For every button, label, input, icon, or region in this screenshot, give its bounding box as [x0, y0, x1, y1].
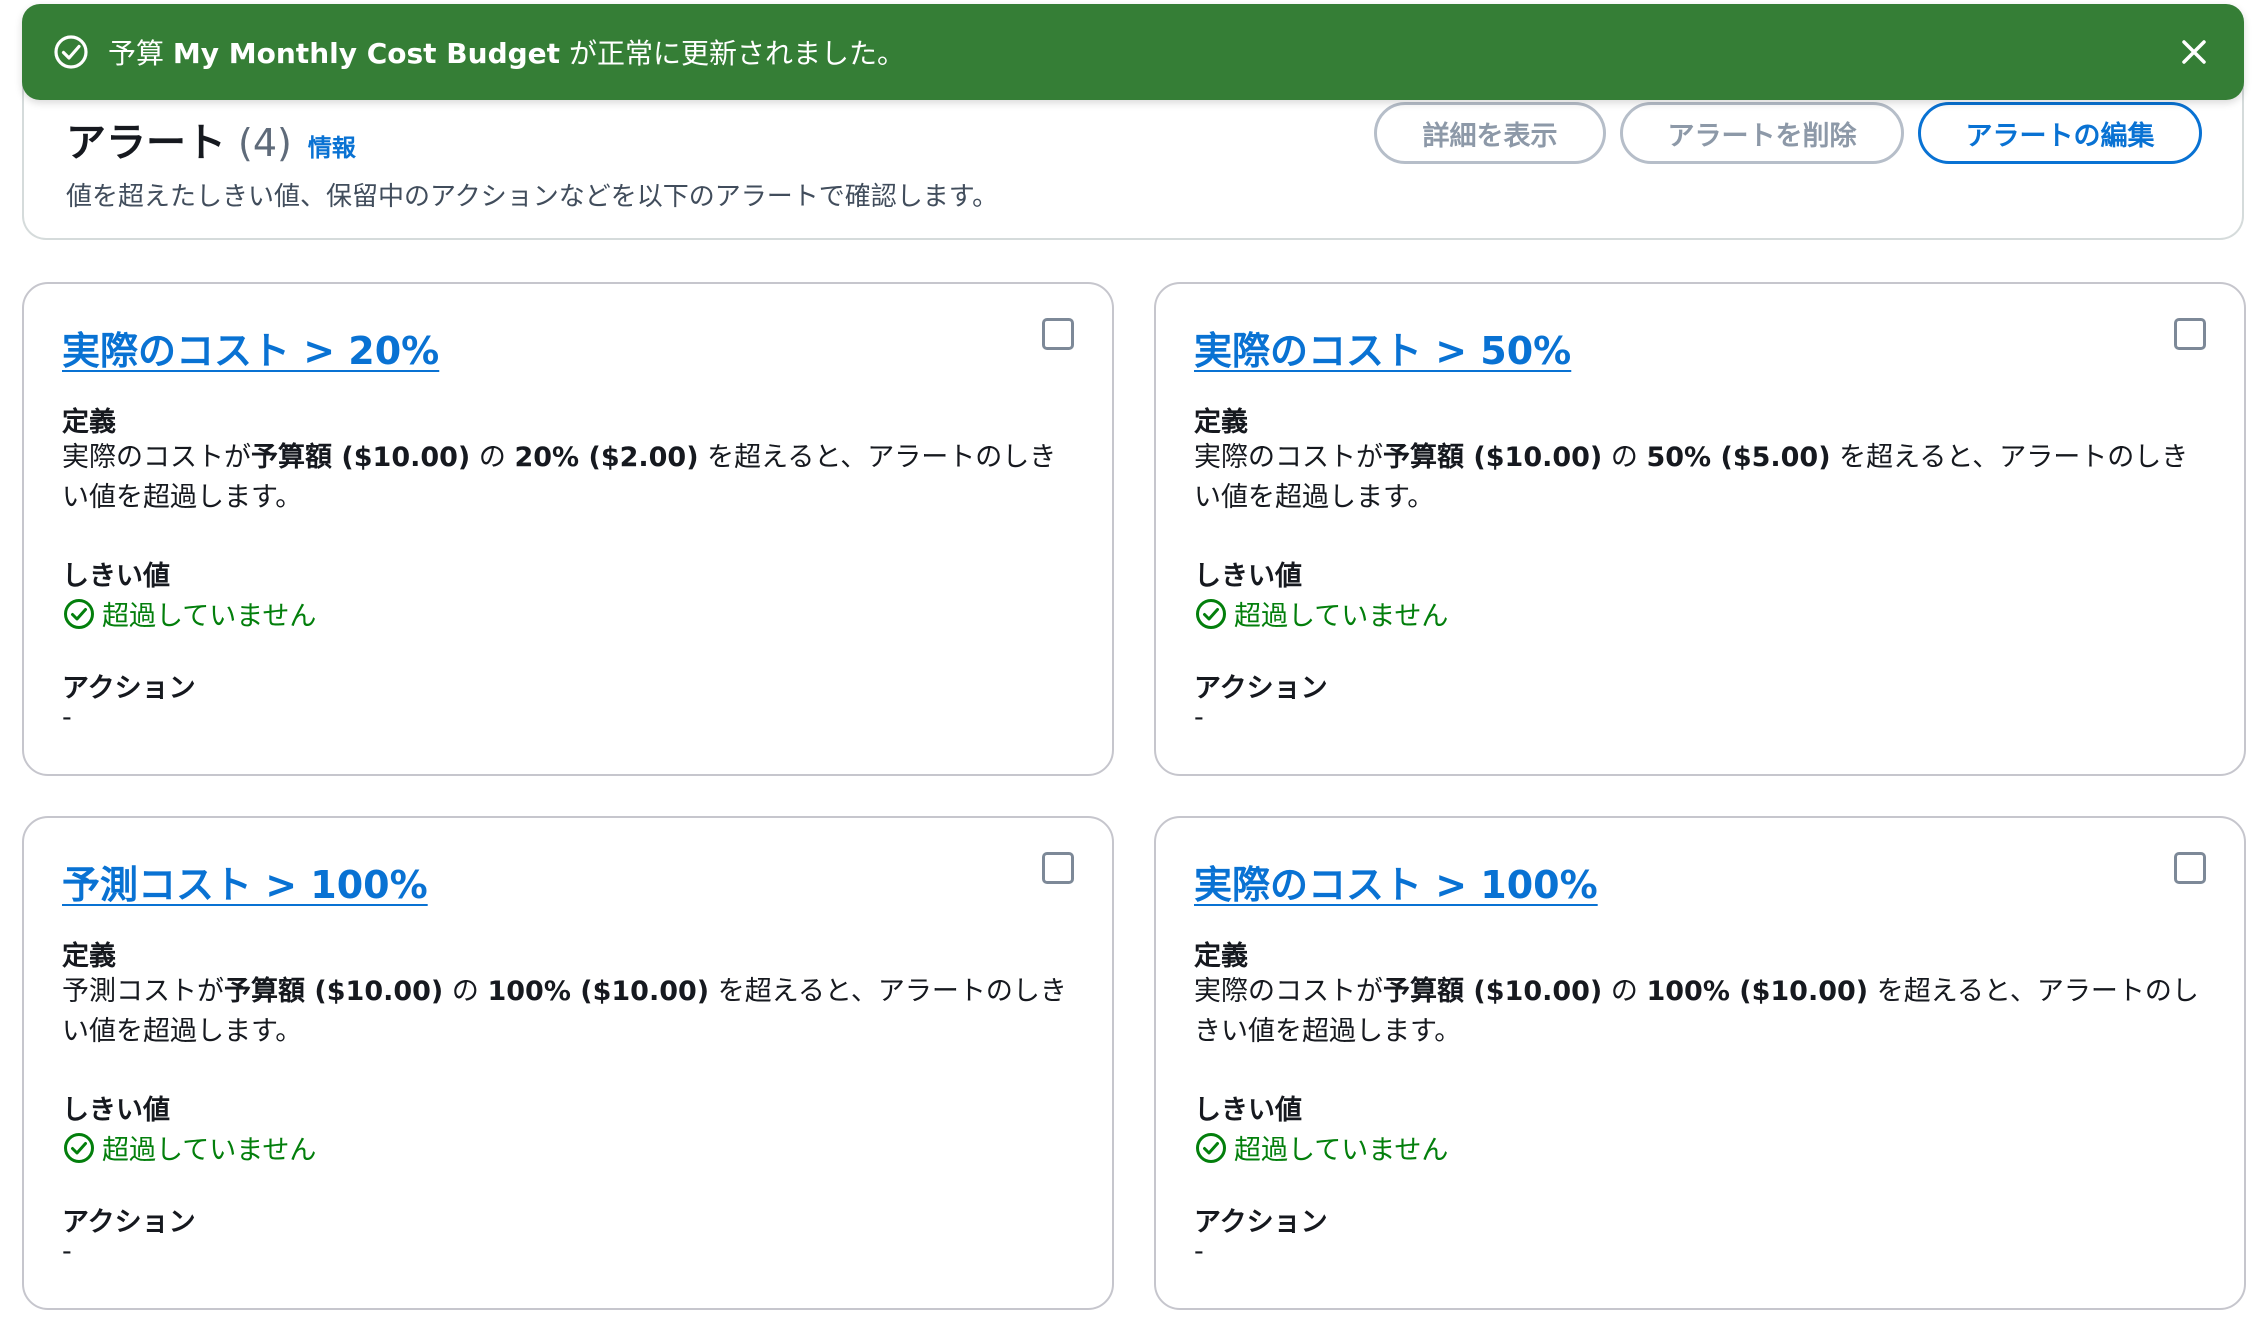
edit-alert-button[interactable]: アラートの編集 [1918, 102, 2202, 164]
definition-label: 定義 [62, 941, 116, 972]
close-icon[interactable] [2174, 32, 2214, 72]
definition-label: 定義 [1194, 941, 1248, 972]
alert-select-checkbox[interactable] [2174, 852, 2206, 884]
success-flash-banner: 予算 My Monthly Cost Budget が正常に更新されました。 [22, 4, 2244, 100]
actions-label: アクション [1194, 1207, 1328, 1238]
definition-text: 実際のコストが予算額 ($10.00) の 50% ($5.00) を超えると、… [1194, 442, 2189, 513]
actions-label: アクション [62, 1207, 196, 1238]
delete-alert-button[interactable]: アラートを削除 [1620, 102, 1904, 164]
check-circle-icon [1194, 1131, 1228, 1165]
flash-message: 予算 My Monthly Cost Budget が正常に更新されました。 [108, 37, 905, 70]
threshold-status: 超過していません [1194, 594, 1448, 633]
alert-select-checkbox[interactable] [2174, 318, 2206, 350]
actions-value: - [1194, 702, 1204, 733]
actions-label: アクション [62, 673, 196, 704]
alert-title-link[interactable]: 実際のコスト > 100% [1194, 854, 1598, 909]
threshold-status: 超過していません [62, 1128, 316, 1167]
alert-select-checkbox[interactable] [1042, 852, 1074, 884]
view-details-button[interactable]: 詳細を表示 [1374, 102, 1606, 164]
definition-text: 実際のコストが予算額 ($10.00) の 100% ($10.00) を超える… [1194, 976, 2199, 1047]
threshold-label: しきい値 [1194, 1095, 1302, 1126]
alerts-heading: アラート (4) 情報 [66, 110, 356, 168]
alert-card: 実際のコスト > 20% 定義 実際のコストが予算額 ($10.00) の 20… [22, 282, 1114, 776]
threshold-label: しきい値 [62, 1095, 170, 1126]
alerts-title: アラート [66, 120, 226, 166]
alerts-description: 値を超えたしきい値、保留中のアクションなどを以下のアラートで確認します。 [66, 182, 999, 212]
actions-value: - [62, 1236, 72, 1267]
info-link[interactable]: 情報 [308, 128, 356, 163]
definition-text: 実際のコストが予算額 ($10.00) の 20% ($2.00) を超えると、… [62, 442, 1057, 513]
flash-budget-name: My Monthly Cost Budget [172, 37, 561, 70]
actions-value: - [62, 702, 72, 733]
alert-title-link[interactable]: 予測コスト > 100% [62, 854, 428, 909]
check-circle-icon [62, 1131, 96, 1165]
alerts-count: (4) [238, 121, 292, 165]
check-circle-icon [52, 33, 90, 71]
alert-title-link[interactable]: 実際のコスト > 20% [62, 320, 439, 375]
threshold-status: 超過していません [1194, 1128, 1448, 1167]
definition-label: 定義 [62, 407, 116, 438]
actions-label: アクション [1194, 673, 1328, 704]
alert-card: 実際のコスト > 50% 定義 実際のコストが予算額 ($10.00) の 50… [1154, 282, 2246, 776]
threshold-label: しきい値 [62, 561, 170, 592]
definition-text: 予測コストが予算額 ($10.00) の 100% ($10.00) を超えると… [62, 976, 1067, 1047]
check-circle-icon [1194, 597, 1228, 631]
check-circle-icon [62, 597, 96, 631]
alert-select-checkbox[interactable] [1042, 318, 1074, 350]
alert-card: 実際のコスト > 100% 定義 実際のコストが予算額 ($10.00) の 1… [1154, 816, 2246, 1310]
definition-label: 定義 [1194, 407, 1248, 438]
alert-title-link[interactable]: 実際のコスト > 50% [1194, 320, 1571, 375]
threshold-status: 超過していません [62, 594, 316, 633]
actions-value: - [1194, 1236, 1204, 1267]
alert-card: 予測コスト > 100% 定義 予測コストが予算額 ($10.00) の 100… [22, 816, 1114, 1310]
threshold-label: しきい値 [1194, 561, 1302, 592]
